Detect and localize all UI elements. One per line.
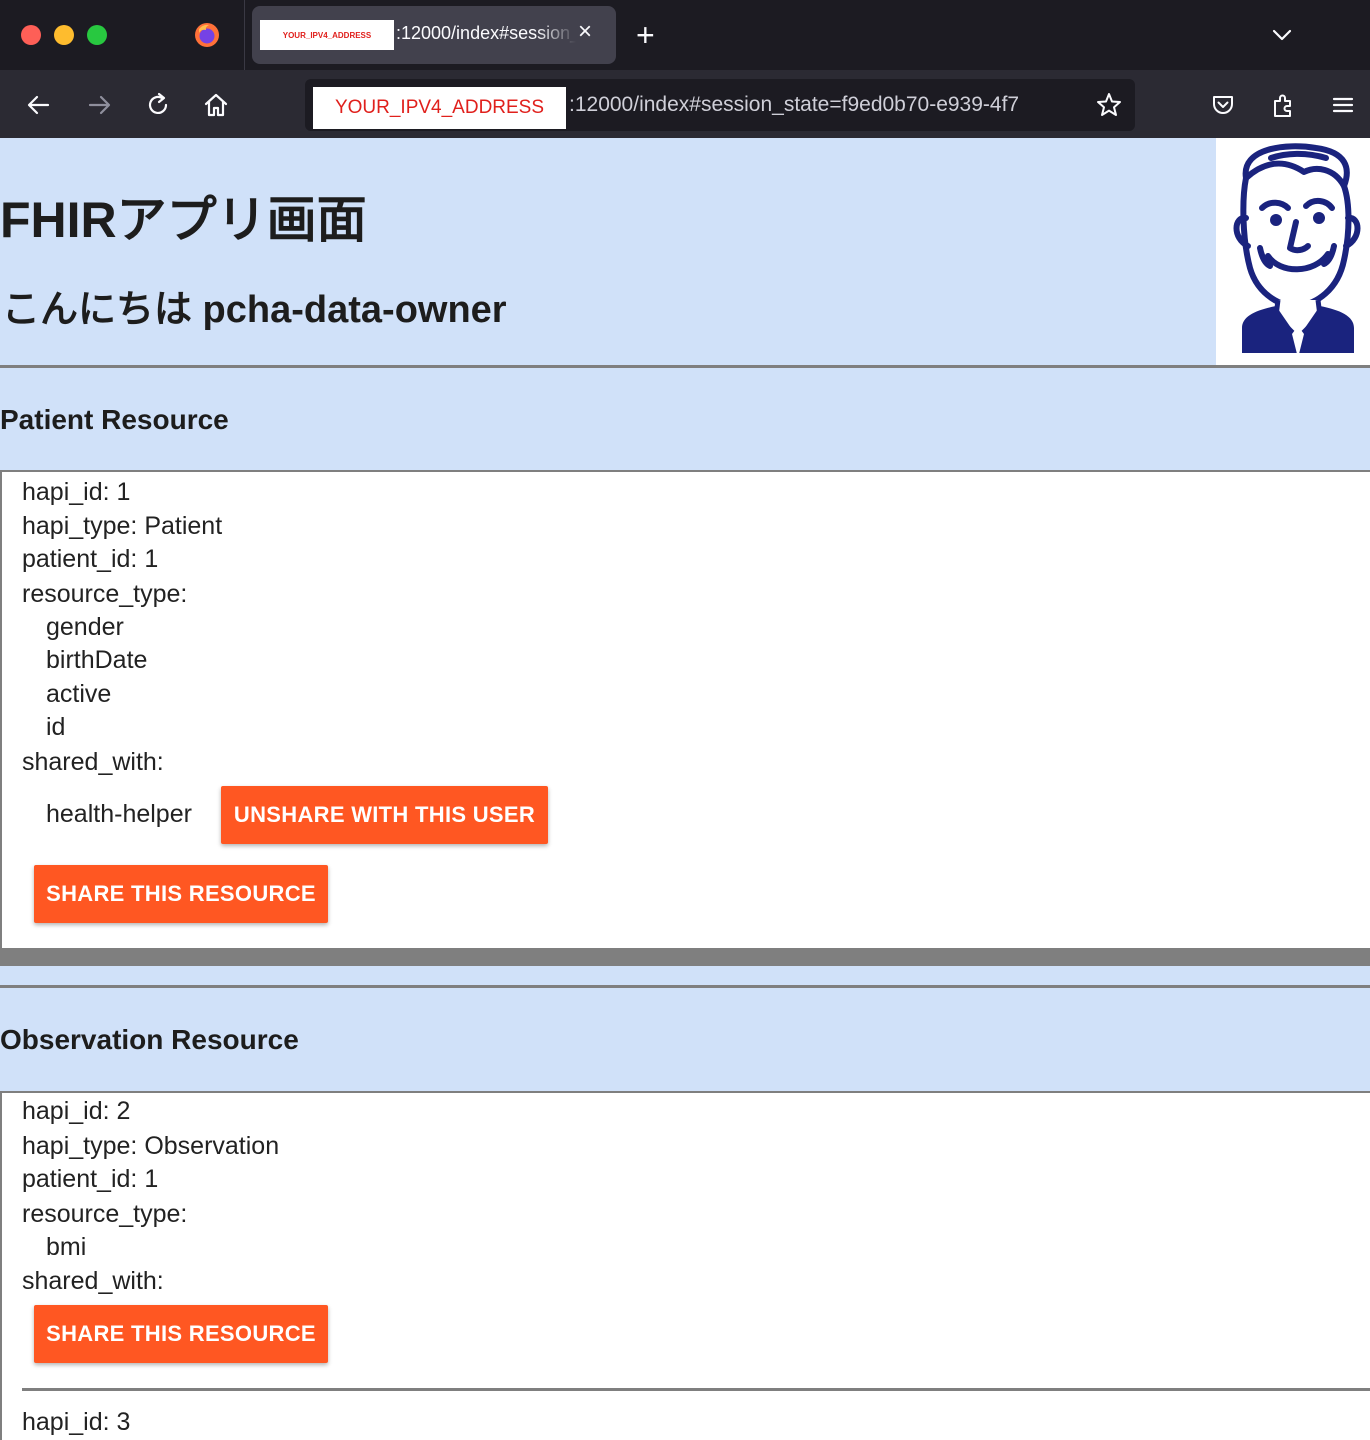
home-icon[interactable]: [203, 92, 229, 118]
window-zoom-button[interactable]: [87, 25, 107, 45]
window-close-button[interactable]: [21, 25, 41, 45]
resource-item-divider: [22, 1388, 1370, 1391]
firefox-logo-icon[interactable]: [193, 21, 221, 49]
next-observation-hapi-id: hapi_id: 3: [22, 1408, 131, 1436]
share-observation-resource-button[interactable]: SHARE THIS RESOURCE: [34, 1305, 328, 1363]
patient-patient-id: patient_id: 1: [22, 545, 159, 573]
patient-resource-card: hapi_id: 1 hapi_type: Patient patient_id…: [0, 470, 1370, 950]
patient-resource-type-item: birthDate: [46, 646, 148, 674]
pocket-icon[interactable]: [1210, 92, 1236, 118]
observation-patient-id: patient_id: 1: [22, 1165, 159, 1193]
page-content: FHIRアプリ画面 こんにちは pcha-data-owner Patient …: [0, 138, 1370, 1440]
url-redacted-address: YOUR_IPV4_ADDRESS: [313, 87, 566, 129]
extensions-icon[interactable]: [1270, 92, 1296, 118]
observation-shared-with-label: shared_with:: [22, 1267, 164, 1295]
patient-card-bottom-bar: [0, 948, 1370, 966]
patient-hapi-id: hapi_id: 1: [22, 478, 131, 506]
patient-resource-type-item: gender: [46, 613, 124, 641]
patient-hapi-type: hapi_type: Patient: [22, 512, 223, 540]
window-minimize-button[interactable]: [54, 25, 74, 45]
browser-nav-bar: YOUR_IPV4_ADDRESS :12000/index#session_s…: [0, 70, 1370, 138]
patient-shared-user: health-helper: [46, 800, 192, 828]
avatar: [1216, 138, 1370, 366]
menu-icon[interactable]: [1330, 92, 1356, 118]
new-tab-icon[interactable]: +: [636, 18, 655, 52]
unshare-with-user-button[interactable]: UNSHARE WITH THIS USER: [221, 786, 548, 844]
section-divider: [0, 985, 1370, 988]
patient-section-title: Patient Resource: [0, 404, 229, 435]
patient-resource-type-item: id: [46, 713, 66, 741]
app-header: FHIRアプリ画面 こんにちは pcha-data-owner: [0, 138, 1370, 366]
observation-hapi-id: hapi_id: 2: [22, 1097, 131, 1125]
tab-redacted-address: YOUR_IPV4_ADDRESS: [260, 20, 394, 50]
reload-icon[interactable]: [145, 92, 171, 118]
tab-list-chevron-icon[interactable]: [1270, 23, 1294, 47]
observation-resource-type-item: bmi: [46, 1233, 87, 1261]
active-tab[interactable]: YOUR_IPV4_ADDRESS :12000/index#session_s…: [252, 6, 616, 64]
observation-section-title: Observation Resource: [0, 1024, 299, 1055]
address-bar[interactable]: YOUR_IPV4_ADDRESS :12000/index#session_s…: [305, 79, 1135, 131]
patient-shared-with-label: shared_with:: [22, 748, 164, 776]
tab-separator: [244, 0, 245, 70]
user-avatar-icon: [1233, 143, 1361, 358]
observation-hapi-type: hapi_type: Observation: [22, 1132, 280, 1160]
back-arrow-icon[interactable]: [26, 92, 52, 118]
observation-resource-type-label: resource_type:: [22, 1200, 188, 1228]
url-fade: [1049, 85, 1089, 125]
patient-resource-type-label: resource_type:: [22, 580, 188, 608]
bookmark-star-icon[interactable]: [1095, 91, 1123, 119]
greeting-text: こんにちは pcha-data-owner: [2, 289, 507, 331]
url-text[interactable]: :12000/index#session_state=f9ed0b70-e939…: [569, 93, 1089, 117]
forward-arrow-icon[interactable]: [86, 92, 112, 118]
tab-title-fade: [536, 18, 576, 52]
tab-close-icon[interactable]: ×: [578, 20, 592, 44]
patient-resource-type-item: active: [46, 680, 112, 708]
observation-resource-card: hapi_id: 2 hapi_type: Observation patien…: [0, 1091, 1370, 1440]
header-divider: [0, 365, 1370, 368]
page-title: FHIRアプリ画面: [0, 192, 367, 248]
share-patient-resource-button[interactable]: SHARE THIS RESOURCE: [34, 865, 328, 923]
browser-tab-bar: YOUR_IPV4_ADDRESS :12000/index#session_s…: [0, 0, 1370, 70]
